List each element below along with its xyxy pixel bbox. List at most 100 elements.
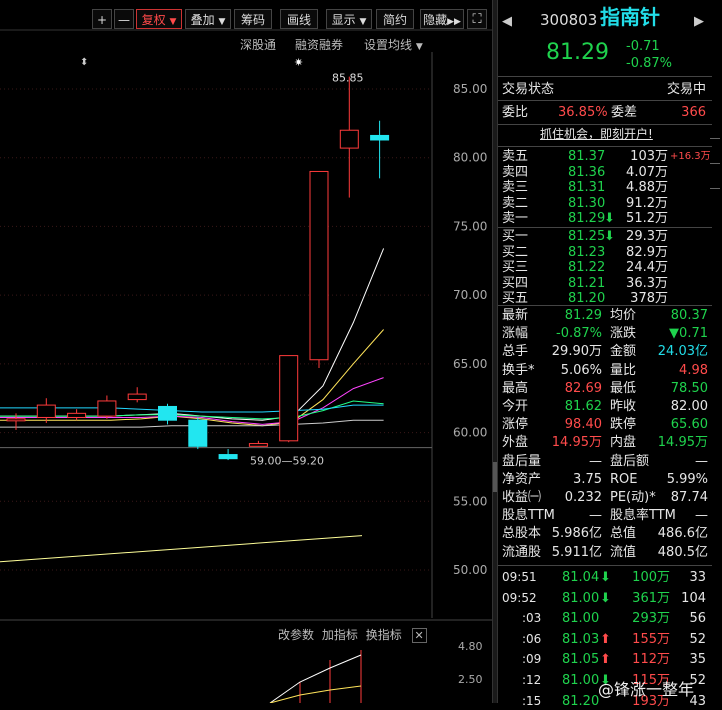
stat-value: 29.90万 — [551, 344, 602, 360]
tick-count: 52 — [689, 631, 706, 647]
candle-body[interactable] — [370, 134, 390, 141]
ask-level-label: 卖三 — [502, 180, 529, 196]
stat-value: 87.74 — [670, 490, 708, 505]
tick-time: :15 — [522, 693, 542, 708]
next-stock-icon[interactable]: ▶ — [694, 13, 704, 30]
open-account-banner[interactable]: 抓住机会，即刻开户! — [540, 126, 653, 143]
stat-label: PE(动)* — [610, 490, 656, 505]
bid-level-row[interactable]: 买三 81.22 24.4万 — [498, 259, 710, 276]
ask-level-row[interactable]: 卖三 81.31 4.88万 — [498, 179, 710, 196]
stat-value: 82.69 — [564, 380, 602, 396]
bid-level-row[interactable]: 买一 81.25 ⬇ 29.3万 — [498, 228, 710, 245]
close-icon[interactable]: ✕ — [411, 628, 427, 643]
tick-row[interactable]: 09:52 81.00 ⬇ 361万 104 — [498, 590, 710, 607]
tick-time: 09:51 — [502, 570, 537, 584]
price-tick-label: 80.00 — [453, 151, 487, 165]
tick-row[interactable]: 09:51 81.04 ⬇ 100万 33 — [498, 569, 710, 586]
trade-status-value: 交易中 — [666, 82, 706, 97]
tick-volume: 361万 — [632, 590, 670, 606]
stat-label: 盘后量 — [502, 453, 542, 469]
fuquan-button[interactable]: 复权 ▼ — [136, 9, 182, 29]
ask-level-label: 卖五 — [502, 149, 529, 164]
candle-body[interactable] — [218, 454, 238, 460]
stat-label: ROE — [610, 471, 638, 487]
simple-button[interactable]: 简约 — [376, 9, 414, 29]
hide-button[interactable]: 隐藏▶▶ — [420, 9, 464, 29]
stat-value: 81.29 — [564, 308, 602, 323]
collapse-handle-icon[interactable] — [493, 462, 497, 492]
stat-label: 流值 — [610, 544, 637, 560]
stat-label: 今开 — [502, 399, 529, 414]
display-label: 显示 — [331, 13, 356, 27]
overlay-button[interactable]: 叠加 ▼ — [185, 9, 231, 29]
chevron-down-icon: ▼ — [218, 17, 226, 27]
prev-stock-icon[interactable]: ◀ — [502, 13, 512, 30]
ask-level-row[interactable]: 卖一 81.29 ⬇ 51.2万 — [498, 210, 710, 227]
display-button[interactable]: 显示 ▼ — [326, 9, 372, 29]
ask-level-price: 81.30 — [568, 195, 606, 211]
candle-body[interactable] — [67, 412, 87, 418]
tick-row[interactable]: :06 81.03 ⬆ 155万 52 — [498, 631, 710, 648]
stat-value: 3.75 — [573, 471, 602, 487]
kline-chart[interactable]: 85.00 80.00 75.00 70.00 65.00 60.00 55.00 50.00… — [0, 0, 492, 703]
ask-level-row[interactable]: 卖五 81.37 103万 +16.3万 — [498, 148, 711, 165]
volume-ma-line — [269, 654, 362, 703]
moving-average-line — [0, 377, 384, 425]
stat-row: 最高 82.69 最低 78.50 — [498, 380, 710, 397]
ask-level-row[interactable]: 卖二 81.30 91.2万 — [498, 195, 710, 212]
stat-value: 0.232 — [564, 490, 602, 505]
candle-body[interactable] — [339, 129, 359, 149]
stat-label: 盘后额 — [610, 453, 650, 469]
fullscreen-icon[interactable]: ⛶ — [467, 9, 487, 29]
tick-volume: 293万 — [632, 611, 670, 627]
stat-value: 82.00 — [670, 399, 708, 414]
tick-price: 81.20 — [562, 693, 600, 709]
candle-body[interactable] — [6, 418, 26, 422]
bid-level-volume: 29.3万 — [626, 229, 668, 244]
stat-row: 盘后量 — 盘后额 — — [498, 453, 710, 470]
tick-price: 81.05 — [562, 652, 600, 668]
ma-settings-link[interactable]: 设置均线 ▼ — [364, 36, 423, 53]
arrow-up-icon: ⬆ — [600, 652, 611, 668]
add-indicator-link[interactable]: 加指标 — [322, 628, 358, 642]
candle-body[interactable] — [279, 355, 299, 442]
stat-label: 量比 — [610, 362, 637, 378]
stat-label: 均价 — [610, 308, 637, 323]
kline-chart-area[interactable]: 85.00 80.00 75.00 70.00 65.00 60.00 55.00 50.00… — [0, 0, 492, 703]
switch-indicator-link[interactable]: 换指标 — [366, 628, 402, 642]
stat-label: 股息TTM — [502, 508, 555, 524]
candle-body[interactable] — [97, 400, 117, 417]
tick-volume: 112万 — [632, 652, 670, 668]
bid-level-row[interactable]: 买四 81.21 36.3万 — [498, 275, 710, 292]
candle-body[interactable] — [158, 405, 177, 421]
candle-body[interactable] — [248, 443, 268, 447]
chips-button[interactable]: 筹码 — [234, 9, 272, 29]
tick-count: 33 — [689, 570, 706, 585]
bid-level-label: 买四 — [502, 275, 529, 291]
margin-trading-link[interactable]: 融资融券 — [295, 36, 343, 53]
tick-time: :09 — [522, 652, 542, 667]
candle-body[interactable] — [309, 170, 329, 361]
tick-row[interactable]: :03 81.00 293万 56 — [498, 610, 710, 627]
watermark: @锋涨一整年 — [598, 680, 695, 699]
candle-body[interactable] — [188, 419, 208, 447]
modify-params-link[interactable]: 改参数 — [278, 628, 314, 642]
tick-price: 81.00 — [562, 611, 600, 627]
price-tick-label: 50.00 — [453, 563, 487, 577]
stock-name: 指南针 — [600, 5, 660, 29]
ask-level-row[interactable]: 卖四 81.36 4.07万 — [498, 164, 710, 181]
candle-body[interactable] — [36, 404, 56, 418]
stat-value: 14.95万 — [657, 435, 708, 451]
ask-level-label: 卖四 — [502, 164, 529, 180]
bid-level-row[interactable]: 买二 81.23 82.9万 — [498, 244, 710, 261]
tick-count: 56 — [689, 611, 706, 627]
zoom-in-button[interactable]: + — [92, 9, 112, 29]
tick-row[interactable]: :09 81.05 ⬆ 112万 35 — [498, 651, 710, 668]
hk-connect-link[interactable]: 深股通 — [240, 36, 276, 53]
price-tick-label: 65.00 — [453, 357, 487, 371]
candle-body[interactable] — [127, 393, 147, 401]
zoom-out-button[interactable]: — — [114, 9, 134, 29]
draw-line-button[interactable]: 画线 — [280, 9, 318, 29]
stat-value: 5.911亿 — [551, 544, 602, 560]
stat-value: ▼0.71 — [669, 326, 708, 342]
